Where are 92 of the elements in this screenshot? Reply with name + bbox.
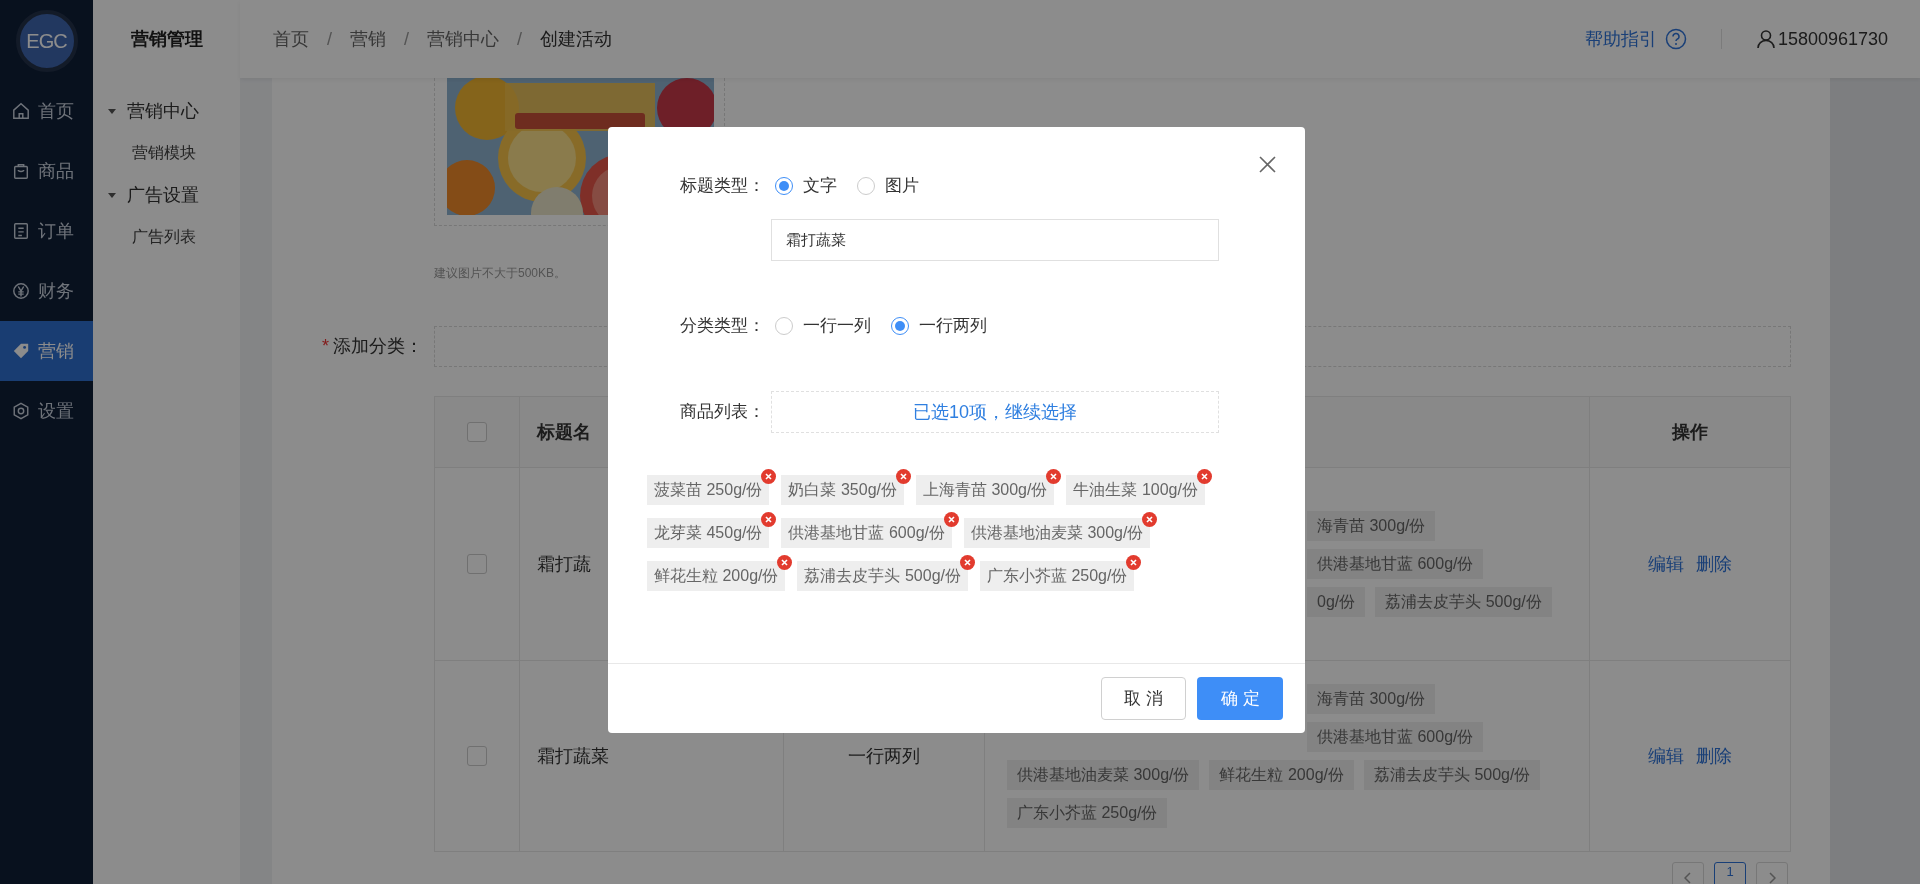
remove-icon [1142,512,1158,527]
bag-icon [12,162,30,180]
cancel-button[interactable]: 取消 [1101,677,1186,720]
remove-icon [1046,469,1062,484]
checkbox[interactable] [467,554,487,574]
goods-tag: 鲜花生粒 200g/份 [647,561,786,591]
remove-icon [1126,555,1142,570]
goods-tag: 荔浦去皮芋头 500g/份 [797,561,968,591]
goods-tag: 海青苗 300g/份 [1307,684,1436,714]
action-link[interactable]: 删除 [1696,550,1732,578]
sidebar-item[interactable]: 订单 [0,201,93,261]
remove-icon [1196,469,1212,484]
submenu-title: 营销管理 [130,27,203,51]
sidebar-item[interactable]: 财务 [0,261,93,321]
goods-tag: 供港基地甘蓝 600g/份 [1307,549,1484,579]
sidebar-item[interactable]: 设置 [0,381,93,441]
logo: EGC [15,9,78,72]
submenu-group[interactable]: 广告设置 [93,174,240,216]
action-link[interactable]: 删除 [1696,742,1732,770]
goods-tag: 供港基地甘蓝 600g/份 [1307,722,1484,752]
table-cell-text: 霜打蔬 [537,552,591,576]
breadcrumb-separator: / [327,27,332,51]
remove-icon [761,512,777,527]
field-label: 分类类型： [679,315,765,338]
help-link[interactable]: 帮助指引 [1584,25,1687,53]
radio-button[interactable] [775,317,793,335]
goods-tag: 供港基地甘蓝 600g/份 [781,518,952,548]
radio-option[interactable]: 一行两列 [891,313,987,339]
goods-tag: 海青苗 300g/份 [1307,511,1436,541]
remove-icon [761,469,777,484]
radio-button[interactable] [857,177,875,195]
goods-tag: 龙芽菜 450g/份 [647,518,770,548]
submenu-item[interactable]: 广告列表 [93,216,240,258]
field-label: 商品列表： [679,401,765,424]
table-cell-text: 一行两列 [848,744,920,768]
field-label: 标题类型： [679,175,765,198]
action-link[interactable]: 编辑 [1648,550,1684,578]
goods-tag: 鲜花生粒 200g/份 [1209,760,1354,790]
yen-icon [12,282,30,300]
breadcrumb-item: 创建活动 [540,27,613,51]
page-button[interactable]: 1 [1714,862,1746,884]
goods-tag: 供港基地油麦菜 300g/份 [963,518,1151,548]
checkbox[interactable] [467,746,487,766]
sidebar-item[interactable]: 商品 [0,141,93,201]
goods-tag: 广东小芥蓝 250g/份 [1007,798,1168,828]
goods-tag: 0g/份 [1307,587,1366,617]
goods-tag: 广东小芥蓝 250g/份 [979,561,1135,591]
radio-button[interactable] [775,177,793,195]
breadcrumb-separator: / [404,27,410,51]
radio-option[interactable]: 文字 [775,173,837,199]
goods-tag: 供港基地油麦菜 300g/份 [1007,760,1200,790]
user-icon [1755,29,1776,49]
breadcrumb-item[interactable]: 营销中心 [427,25,500,53]
confirm-button[interactable]: 确定 [1197,677,1283,720]
breadcrumb-item[interactable]: 首页 [273,25,309,53]
goods-tag: 上海青苗 300g/份 [915,475,1055,505]
remove-icon [895,469,911,484]
table-cell-text: 霜打蔬菜 [537,744,609,768]
chevron-right-icon [1768,872,1776,884]
home-icon [12,102,30,120]
category-label: 添加分类： [333,335,423,358]
checkbox[interactable] [467,422,487,442]
title-input[interactable]: 霜打蔬菜 [771,219,1219,261]
goods-tag: 牛油生菜 100g/份 [1066,475,1205,505]
settings-icon [12,402,30,420]
remove-icon [943,512,959,527]
radio-option[interactable]: 一行一列 [775,313,871,339]
remove-icon [777,555,793,570]
column-header: 标题名 [537,420,591,444]
breadcrumb-item[interactable]: 营销 [350,25,386,53]
goods-tag: 奶白菜 350g/份 [781,475,904,505]
breadcrumb-separator: / [517,27,523,51]
help-icon [1664,28,1687,50]
radio-button[interactable] [891,317,909,335]
close-icon[interactable] [1259,156,1276,173]
goods-tag: 荔浦去皮芋头 500g/份 [1363,760,1541,790]
remove-icon [959,555,975,570]
tag-icon [12,342,30,360]
required-mark: * [322,335,329,358]
chevron-left-icon [1684,872,1692,884]
user-phone: 15800961730 [1777,27,1888,51]
column-header: 操作 [1672,420,1708,444]
document-icon [12,222,30,240]
radio-option[interactable]: 图片 [857,173,919,199]
goods-picker[interactable]: 已选10项，继续选择 [771,391,1219,433]
goods-tag: 荔浦去皮芋头 500g/份 [1375,587,1552,617]
sidebar-item[interactable]: 首页 [0,81,93,141]
action-link[interactable]: 编辑 [1648,742,1684,770]
submenu-group[interactable]: 营销中心 [93,90,240,132]
submenu-item[interactable]: 营销模块 [93,132,240,174]
goods-tag: 菠菜苗 250g/份 [647,475,770,505]
sidebar-item[interactable]: 营销 [0,321,93,381]
